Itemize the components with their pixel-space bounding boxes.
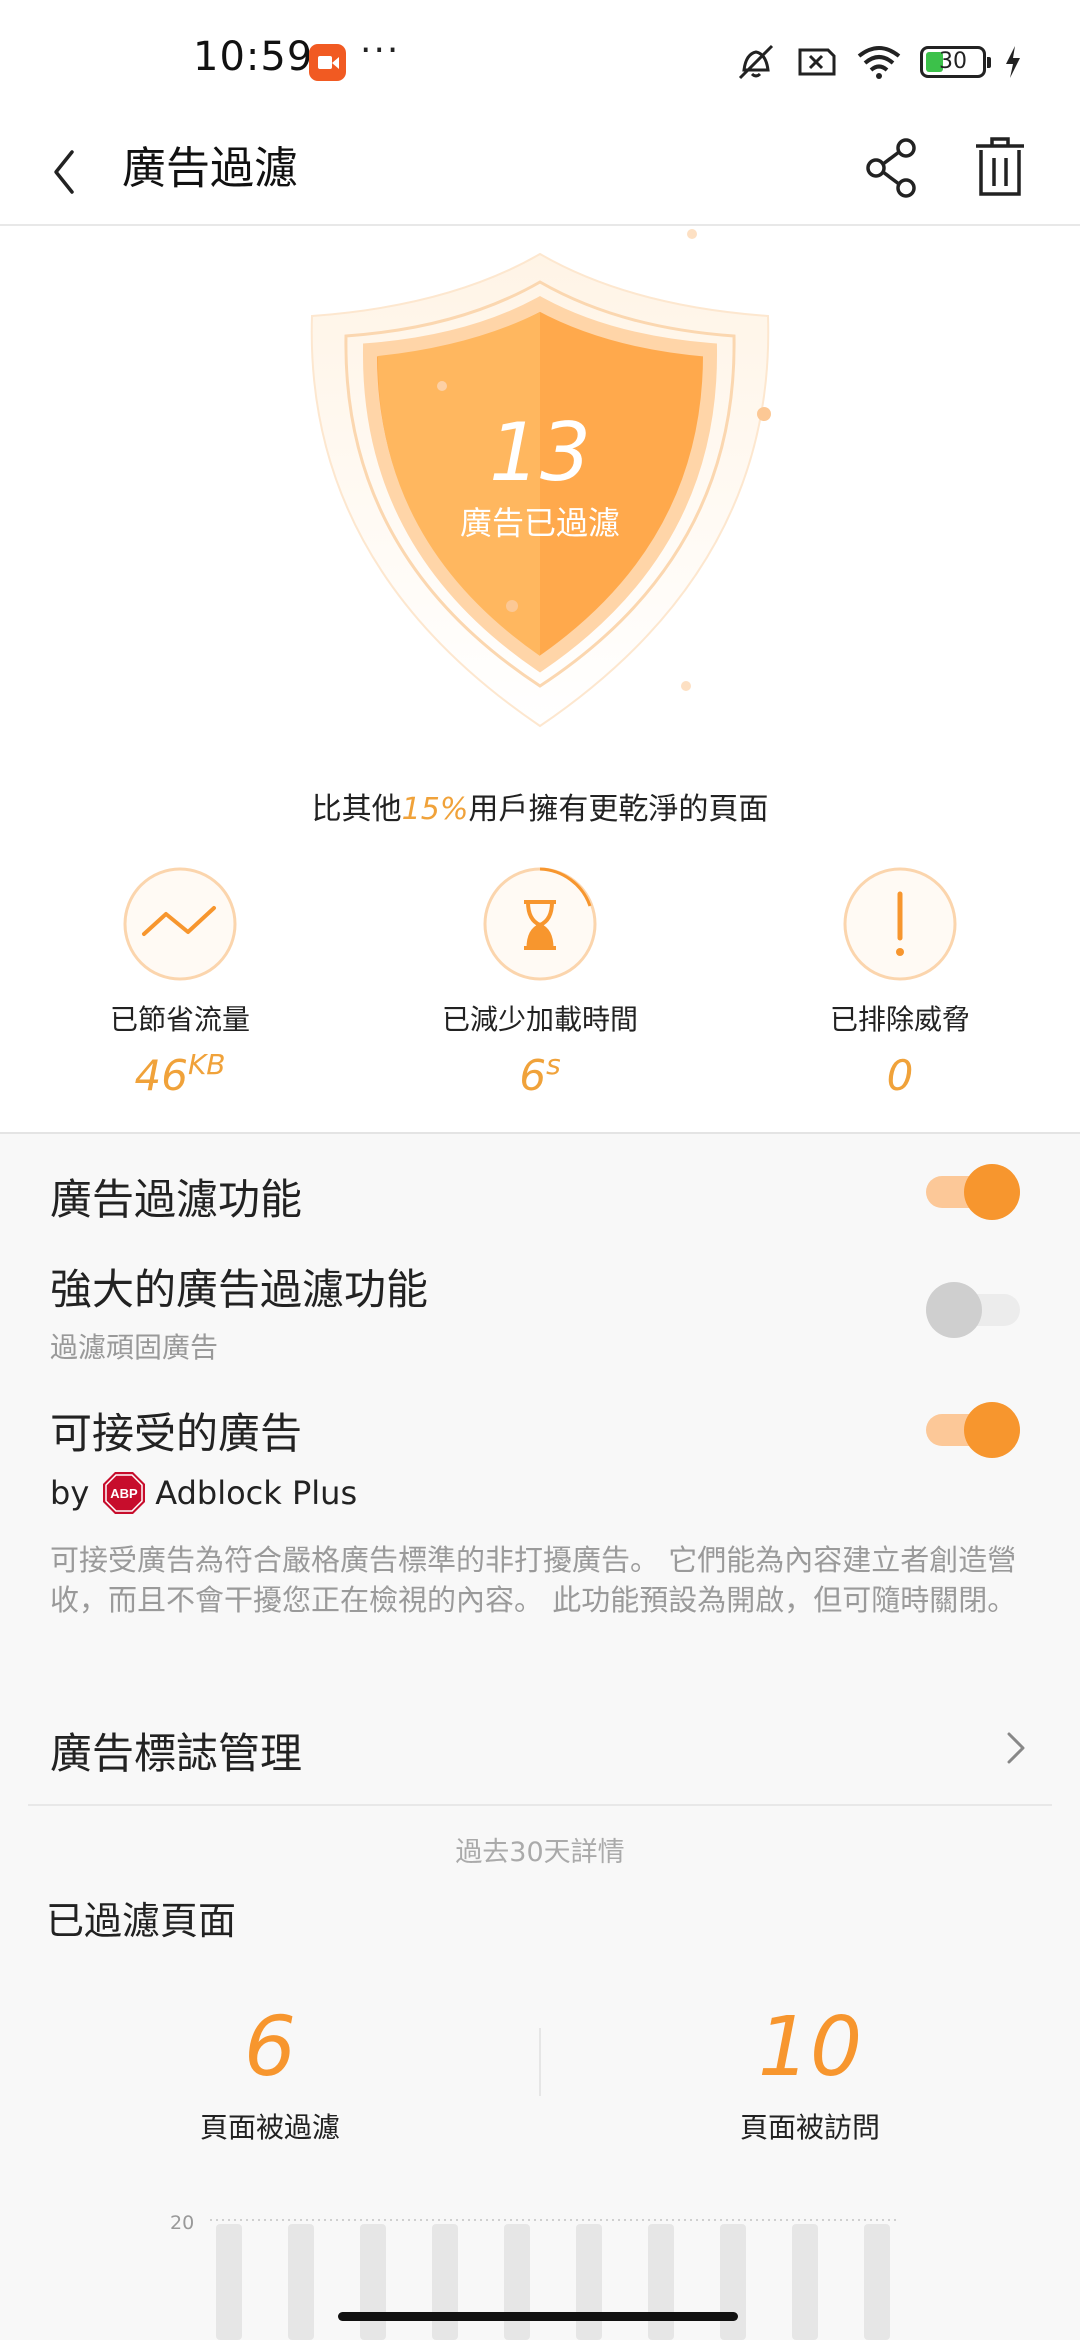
trend-line-icon — [123, 867, 237, 981]
chart-bar — [504, 2224, 530, 2340]
wifi-icon — [857, 46, 901, 79]
stat-number: 6 — [519, 1051, 547, 1100]
stat-time-saved: 已減少加載時間 6s — [390, 866, 690, 1100]
stat-unit: s — [546, 1048, 561, 1081]
strong-filter-subtitle: 過濾頑固廣告 — [50, 1331, 219, 1364]
status-time: 10:59 — [193, 34, 314, 80]
home-indicator[interactable] — [338, 2312, 738, 2321]
status-bar: 10:59 ··· 30 — [0, 0, 1080, 120]
comparison-percent: 15% — [401, 792, 469, 827]
stat-divider — [539, 2028, 541, 2096]
comparison-text: 比其他15%用戶擁有更乾淨的頁面 — [0, 784, 1080, 828]
stat-value: 0 — [750, 1048, 1050, 1100]
stat-value: 46KB — [30, 1048, 330, 1100]
acceptable-ads-title: 可接受的廣告 — [50, 1409, 303, 1458]
chart-bar — [576, 2224, 602, 2340]
chart-bar — [792, 2224, 818, 2340]
strong-filter-title: 強大的廣告過濾功能 — [50, 1265, 429, 1314]
system-icons: 30 — [734, 42, 1022, 82]
charging-icon — [1006, 46, 1020, 78]
page-title: 廣告過濾 — [122, 143, 298, 194]
no-sim-icon — [798, 48, 836, 76]
adblock-plus-logo: ABP — [103, 1472, 146, 1514]
recorder-app-icon — [309, 44, 346, 81]
stat-unit: KB — [187, 1048, 226, 1081]
chart-bar — [720, 2224, 746, 2340]
provider-row: by ABP Adblock Plus — [50, 1470, 357, 1516]
back-icon[interactable] — [44, 132, 84, 212]
stat-label: 已排除威脅 — [829, 1003, 970, 1036]
pages-visited-value: 10 — [757, 2000, 863, 2095]
stat-label: 已節省流量 — [109, 1003, 250, 1036]
pages-visited-label: 頁面被訪問 — [739, 2111, 880, 2144]
chart-bar — [360, 2224, 386, 2340]
mute-icon — [738, 44, 774, 80]
stat-data-saved: 已節省流量 46KB — [30, 866, 330, 1100]
comparison-suffix: 用戶擁有更乾淨的頁面 — [468, 792, 769, 827]
filtered-count-label: 廣告已過濾 — [459, 504, 620, 542]
hourglass-icon — [483, 867, 597, 981]
app-header: 廣告過濾 — [0, 120, 1080, 226]
abp-logo-text: ABP — [111, 1486, 139, 1501]
acceptable-ads-toggle[interactable] — [926, 1402, 1020, 1458]
provider-name: Adblock Plus — [155, 1474, 358, 1512]
strong-filter-toggle[interactable] — [926, 1282, 1020, 1338]
pages-visited-stat: 10 頁面被訪問 — [660, 1998, 960, 2146]
chart-bar — [216, 2224, 242, 2340]
stat-number: 0 — [886, 1051, 914, 1100]
ad-filter-toggle[interactable] — [926, 1164, 1020, 1220]
chart-bar — [648, 2224, 674, 2340]
pages-filtered-label: 頁面被過濾 — [199, 2111, 340, 2144]
chevron-right-icon[interactable] — [1003, 1726, 1029, 1770]
ad-filter-hero: 13 廣告已過濾 比其他15%用戶擁有更乾淨的頁面 已節省流量 46KB 已減少… — [0, 226, 1080, 1126]
battery-level: 30 — [939, 49, 967, 74]
filtered-count: 13 — [489, 406, 591, 499]
ad-badge-management[interactable]: 廣告標誌管理 — [50, 1720, 302, 1781]
chart-bar — [288, 2224, 314, 2340]
filtered-pages-title: 已過濾頁面 — [46, 1899, 237, 1943]
period-label: 過去30天詳情 — [455, 1837, 625, 1868]
ad-filter-title: 廣告過濾功能 — [50, 1175, 303, 1224]
pages-filtered-value: 6 — [243, 2000, 297, 2095]
divider — [28, 1804, 1052, 1806]
trash-icon[interactable] — [968, 128, 1032, 208]
more-notifications-icon: ··· — [360, 30, 401, 71]
stat-label: 已減少加載時間 — [441, 1003, 638, 1036]
chart-bar — [864, 2224, 890, 2340]
exclamation-icon — [843, 867, 957, 981]
by-label: by — [50, 1474, 90, 1512]
stat-threats-blocked: 已排除威脅 0 — [750, 866, 1050, 1100]
share-icon[interactable] — [862, 128, 922, 208]
chart-bar — [432, 2224, 458, 2340]
acceptable-ads-description: 可接受廣告為符合嚴格廣告標準的非打擾廣告。 它們能為內容建立者創造營收，而且不會… — [50, 1543, 1017, 1617]
stat-number: 46 — [134, 1051, 188, 1100]
comparison-prefix: 比其他 — [311, 792, 402, 827]
pages-filtered-stat: 6 頁面被過濾 — [120, 1998, 420, 2146]
battery-icon: 30 — [920, 46, 991, 78]
stat-value: 6s — [390, 1048, 690, 1100]
